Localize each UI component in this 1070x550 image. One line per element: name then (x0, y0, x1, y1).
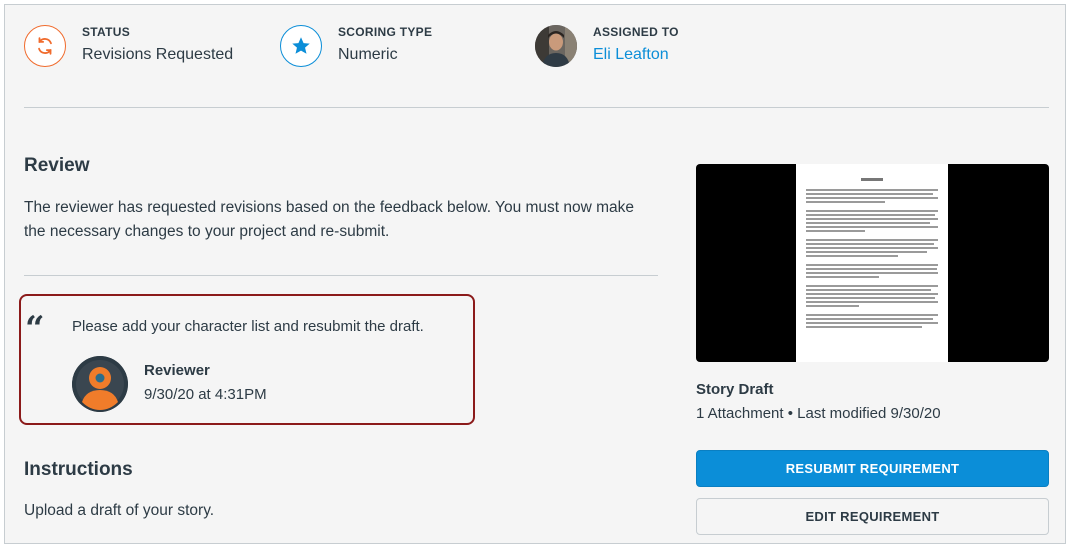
requirement-panel: STATUS Revisions Requested SCORING TYPE … (4, 4, 1066, 544)
quote-icon: “ (25, 309, 45, 349)
refresh-icon (24, 25, 66, 67)
instructions-heading: Instructions (24, 459, 133, 480)
status-value: Revisions Requested (82, 46, 234, 63)
header-divider (24, 107, 1049, 108)
star-icon (280, 25, 322, 67)
instructions-text: Upload a draft of your story. (24, 502, 215, 519)
comment-timestamp: 9/30/20 at 4:31PM (144, 386, 267, 403)
scoring-type-label: SCORING TYPE (338, 25, 433, 39)
scoring-type-value: Numeric (338, 46, 398, 63)
attachment-meta: 1 Attachment • Last modified 9/30/20 (696, 405, 941, 422)
resubmit-requirement-button[interactable]: RESUBMIT REQUIREMENT (696, 450, 1049, 487)
review-divider (24, 275, 658, 276)
reviewer-avatar (72, 356, 128, 412)
reviewer-name: Reviewer (144, 362, 210, 379)
status-label: STATUS (82, 25, 131, 39)
edit-requirement-button[interactable]: EDIT REQUIREMENT (696, 498, 1049, 535)
review-heading: Review (24, 155, 90, 176)
document-page-thumbnail (796, 164, 948, 362)
attachment-preview[interactable] (696, 164, 1049, 362)
user-avatar (535, 25, 577, 67)
assigned-to-label: ASSIGNED TO (593, 25, 679, 39)
reviewer-comment-text: Please add your character list and resub… (72, 318, 424, 335)
attachment-title: Story Draft (696, 381, 774, 398)
review-description: The reviewer has requested revisions bas… (24, 199, 635, 240)
assignee-link[interactable]: Eli Leafton (593, 46, 669, 64)
